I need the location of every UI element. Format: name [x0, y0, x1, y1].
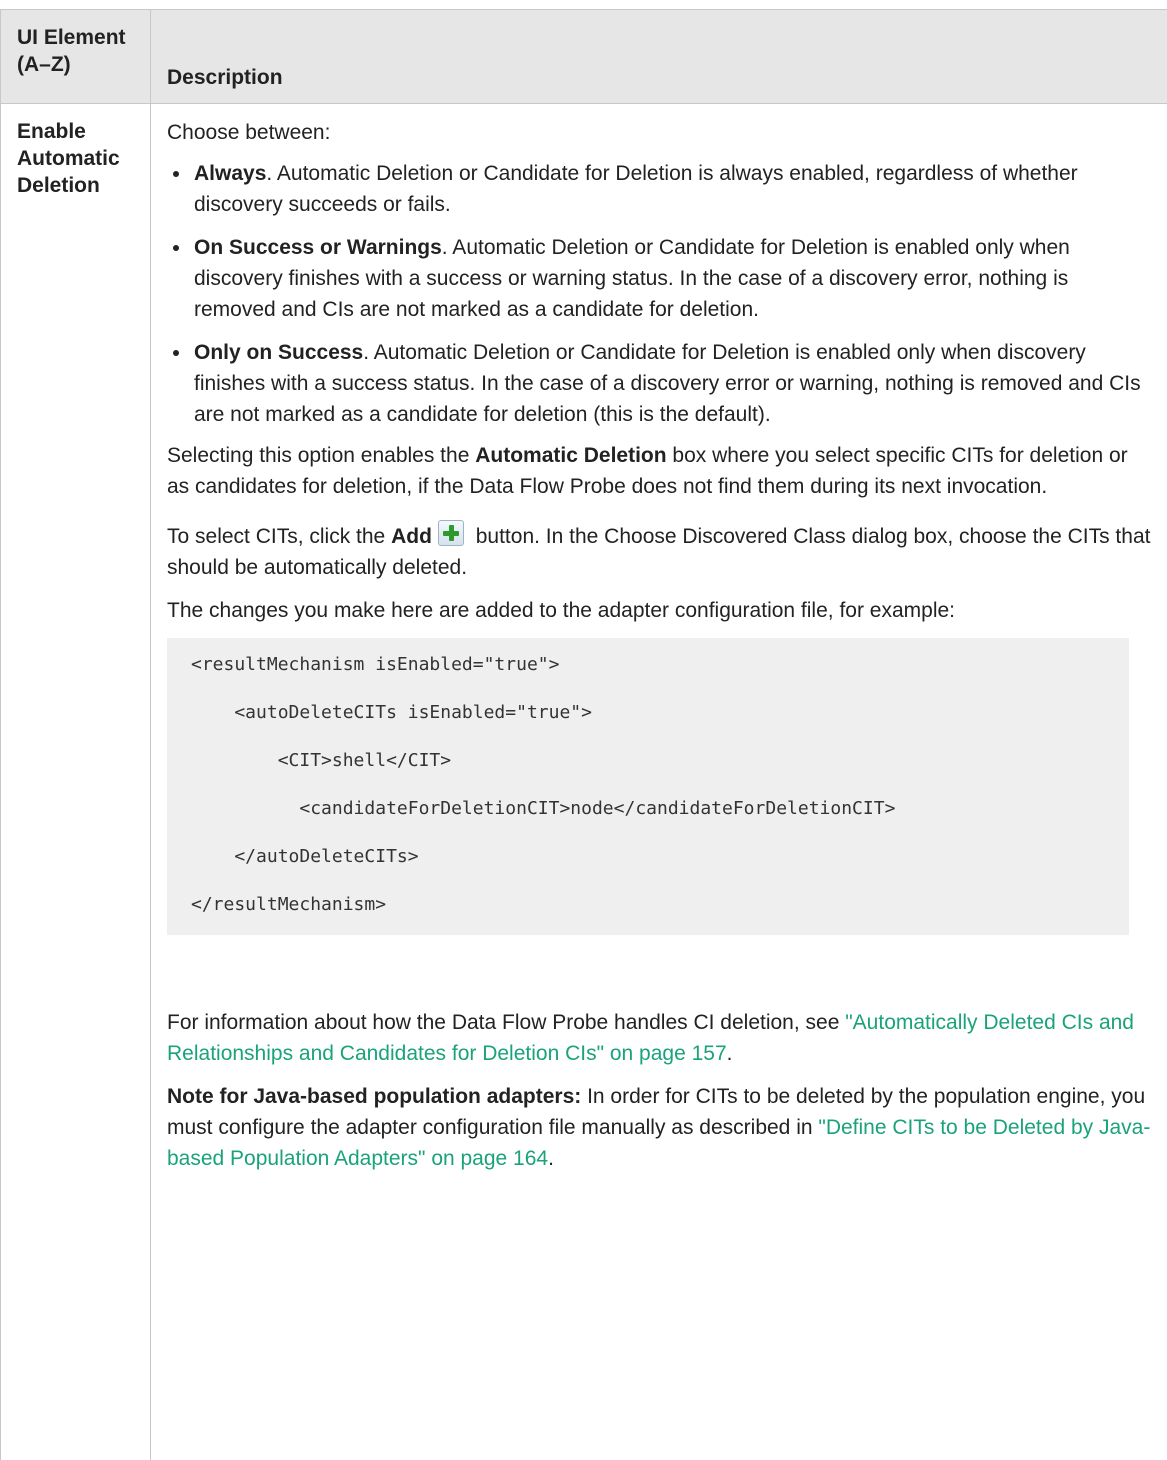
- list-item: Always. Automatic Deletion or Candidate …: [167, 158, 1152, 220]
- header-bottom-border: [0, 103, 1167, 104]
- note-label: Note for Java-based population adapters:: [167, 1085, 582, 1108]
- automatic-deletion-label: Automatic Deletion: [475, 444, 667, 467]
- bullet-icon: [173, 350, 179, 356]
- code-line: </autoDeleteCITs>: [191, 846, 419, 867]
- header-description: Description: [167, 66, 283, 89]
- intro-text: Choose between:: [167, 121, 331, 144]
- add-label: Add: [391, 525, 432, 548]
- options-list: Always. Automatic Deletion or Candidate …: [167, 158, 1152, 430]
- note-text-end: .: [548, 1147, 554, 1170]
- column-divider: [150, 9, 151, 1460]
- row-ui-element-name: Enable Automatic Deletion: [17, 120, 120, 197]
- bullet-icon: [173, 171, 179, 177]
- selecting-paragraph: Selecting this option enables the Automa…: [167, 440, 1152, 502]
- info-paragraph: For information about how the Data Flow …: [167, 1007, 1152, 1069]
- option-label: On Success or Warnings: [194, 236, 442, 259]
- changes-paragraph: The changes you make here are added to t…: [167, 599, 955, 622]
- list-item: On Success or Warnings. Automatic Deleti…: [167, 232, 1152, 325]
- code-line: <CIT>shell</CIT>: [191, 750, 452, 771]
- option-text: . Automatic Deletion or Candidate for De…: [194, 162, 1078, 216]
- header-ui-element: UI Element (A–Z): [17, 26, 126, 76]
- select-text: To select CITs, click the: [167, 525, 392, 548]
- code-line: </resultMechanism>: [191, 894, 387, 915]
- info-text: For information about how the Data Flow …: [167, 1011, 846, 1034]
- add-plus-icon: [437, 520, 464, 546]
- selecting-text: Selecting this option enables the: [167, 444, 476, 467]
- code-line: <resultMechanism isEnabled="true">: [191, 654, 560, 675]
- select-cits-paragraph: To select CITs, click the Add button. In…: [167, 520, 1152, 583]
- left-border: [0, 9, 1, 1460]
- code-line: <autoDeleteCITs isEnabled="true">: [191, 702, 592, 723]
- code-example-block: <resultMechanism isEnabled="true"> <auto…: [167, 638, 1129, 935]
- code-line: <candidateForDeletionCIT>node</candidate…: [191, 798, 896, 819]
- row-description: Choose between: Always. Automatic Deleti…: [167, 117, 1152, 1174]
- list-item: Only on Success. Automatic Deletion or C…: [167, 337, 1152, 430]
- bullet-icon: [173, 245, 179, 251]
- ui-element-table: UI Element (A–Z) Description Enable Auto…: [0, 0, 1167, 1460]
- info-text-end: .: [726, 1042, 733, 1065]
- option-label: Only on Success: [194, 341, 364, 364]
- note-paragraph: Note for Java-based population adapters:…: [167, 1081, 1152, 1174]
- option-label: Always: [194, 162, 267, 185]
